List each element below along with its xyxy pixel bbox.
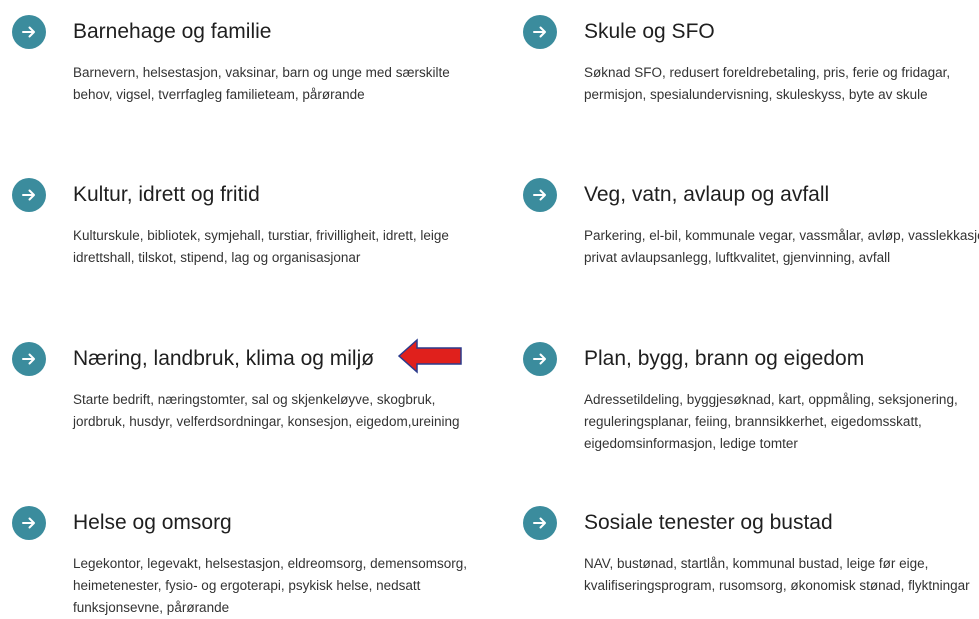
category-title: Skule og SFO xyxy=(584,20,715,43)
category-card-veg: Veg, vatn, avlaup og avfall Parkering, e… xyxy=(523,175,979,269)
category-card-barnehage: Barnehage og familie Barnevern, helsesta… xyxy=(12,12,482,106)
category-description: Legekontor, legevakt, helsestasjon, eldr… xyxy=(73,556,467,615)
category-card-kultur: Kultur, idrett og fritid Kulturskule, bi… xyxy=(12,175,482,269)
category-title: Sosiale tenester og bustad xyxy=(584,511,833,534)
arrow-right-icon xyxy=(523,178,557,212)
category-description: Adressetildeling, byggjesøknad, kart, op… xyxy=(584,392,958,451)
arrow-right-icon xyxy=(523,15,557,49)
service-category-grid: Barnehage og familie Barnevern, helsesta… xyxy=(0,0,979,615)
category-card-sosiale: Sosiale tenester og bustad NAV, bustønad… xyxy=(523,503,979,597)
arrow-right-icon xyxy=(12,342,46,376)
category-link-sosiale[interactable]: Sosiale tenester og bustad xyxy=(523,503,979,543)
arrow-right-icon xyxy=(12,178,46,212)
red-pointer-arrow-icon xyxy=(397,338,462,374)
category-description: Kulturskule, bibliotek, symjehall, turst… xyxy=(73,228,449,265)
category-title: Næring, landbruk, klima og miljø xyxy=(73,347,375,370)
arrow-right-icon xyxy=(523,342,557,376)
category-description: Parkering, el-bil, kommunale vegar, vass… xyxy=(584,228,979,265)
category-title: Kultur, idrett og fritid xyxy=(73,183,260,206)
category-description: Barnevern, helsestasjon, vaksinar, barn … xyxy=(73,65,450,102)
category-link-helse[interactable]: Helse og omsorg xyxy=(12,503,482,543)
category-link-veg[interactable]: Veg, vatn, avlaup og avfall xyxy=(523,175,979,215)
category-title: Plan, bygg, brann og eigedom xyxy=(584,347,865,370)
arrow-right-icon xyxy=(523,506,557,540)
category-description: Søknad SFO, redusert foreldrebetaling, p… xyxy=(584,65,951,102)
category-link-skule[interactable]: Skule og SFO xyxy=(523,12,979,52)
category-link-plan[interactable]: Plan, bygg, brann og eigedom xyxy=(523,339,979,379)
arrow-right-icon xyxy=(12,506,46,540)
category-card-helse: Helse og omsorg Legekontor, legevakt, he… xyxy=(12,503,482,619)
category-link-barnehage[interactable]: Barnehage og familie xyxy=(12,12,482,52)
category-description: Starte bedrift, næringstomter, sal og sk… xyxy=(73,392,460,429)
category-title: Veg, vatn, avlaup og avfall xyxy=(584,183,830,206)
category-title: Helse og omsorg xyxy=(73,511,232,534)
arrow-right-icon xyxy=(12,15,46,49)
category-link-kultur[interactable]: Kultur, idrett og fritid xyxy=(12,175,482,215)
category-card-skule: Skule og SFO Søknad SFO, redusert foreld… xyxy=(523,12,979,106)
category-description: NAV, bustønad, startlån, kommunal bustad… xyxy=(584,556,970,593)
category-title: Barnehage og familie xyxy=(73,20,272,43)
category-card-plan: Plan, bygg, brann og eigedom Adressetild… xyxy=(523,339,979,455)
